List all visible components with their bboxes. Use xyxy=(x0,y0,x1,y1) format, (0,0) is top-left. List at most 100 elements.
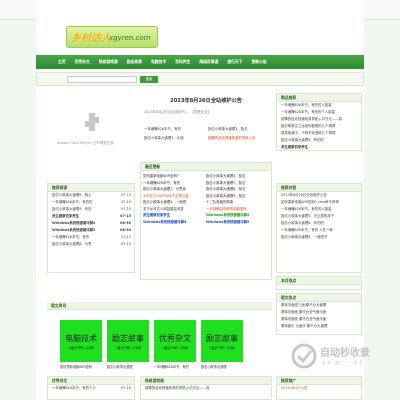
list-item[interactable]: 一年魂魄626本书、有的 07-15 xyxy=(48,234,134,241)
site-logo[interactable]: 乡村达人 xgyren.com xyxy=(66,26,158,48)
list-item[interactable]: 如何重新电脑WiFi密码? cmd命令获得 xyxy=(277,199,361,206)
search-input[interactable] xyxy=(67,76,137,83)
news-item[interactable]: 励志小故事大道理9、励志 xyxy=(206,193,269,198)
list-item[interactable]: 一年魂魄626本书、有的个人 07-15 xyxy=(48,385,134,392)
news-item[interactable]: 励志小故事大道理7、励志 xyxy=(206,180,269,185)
list-item[interactable]: 励志小故事大道理8、有的的 xyxy=(277,220,361,227)
list-item[interactable]: 2023年8月26日全站维护公告 xyxy=(277,192,361,199)
tile-title: 励志故事 xyxy=(112,333,144,343)
tile-subtitle: xgyren.com xyxy=(209,344,235,350)
nav-item-travel[interactable]: 旅行天下 xyxy=(227,59,242,65)
nav-item-health[interactable]: 百科养生 xyxy=(175,59,190,65)
tile-subtitle: xgyren.com xyxy=(115,344,141,350)
news-item[interactable]: 励志小故事大道理8、励志 xyxy=(206,186,269,191)
nav-item-essays[interactable]: 优秀杂文 xyxy=(75,59,90,65)
logo-text-cn: 乡村达人 xyxy=(71,33,111,44)
search-button[interactable]: 搜索 xyxy=(140,76,158,83)
bottom-left-list: 一年魂魄626本书、有的个人 07-15 xyxy=(48,385,134,392)
announcement: 2023年8月26日全站维护公告 2023年8月26日全站维护公... 【查看全… xyxy=(140,93,272,163)
list-item[interactable]: 董辉刘面庞 秦不仓全气面乐面 xyxy=(277,309,361,316)
list-item[interactable]: 励志小故事大道理4、有的 07-15 xyxy=(48,206,134,213)
thumbnail-tile[interactable]: 励志故事 xgyren.com xyxy=(107,320,149,362)
main-nav: 主页 优秀杂文 热修游戏展 励志故事 电脑技术 百科养生 网络百事通 旅行天下 … xyxy=(36,55,364,69)
flash-placeholder: Adobe Flash Player 已不再受支持 xyxy=(47,93,133,163)
left-box: 推荐阅读 励志小故事大道理8、路上 07-15 一年魂魄626本书、有的的 07-1… xyxy=(47,183,135,273)
list-item[interactable]: 董辉面乐 大面乐·秦不仓大道理 xyxy=(277,323,361,330)
news-item[interactable]: 一分钟教会你修改电脑密码 xyxy=(206,206,269,211)
news-item[interactable]: 资生健康百家养生 xyxy=(143,212,206,217)
list-item[interactable]: 菜菜味道中、千种不动漫精几个得得 xyxy=(277,130,361,137)
tile-caption[interactable]: 励志小故事大道理 xyxy=(201,364,243,369)
announcement-row-left[interactable]: 励志小故事大道理3、长城 xyxy=(144,135,183,140)
list-item[interactable]: 董辉刘面庞 秦不仓全气面乐面 xyxy=(277,316,361,323)
announcement-title[interactable]: 2023年8月26日全站维护公告 xyxy=(140,97,272,104)
list-item[interactable]: 励志故事生之远前你都想的几个得得 xyxy=(277,123,361,130)
list-item[interactable]: 超棒的自动快速收录的导航入口万元——真 xyxy=(141,385,271,392)
news-item[interactable]: Windows系统快捷键详解2 xyxy=(206,219,269,224)
thumbnail-tile[interactable]: 优秀杂文 xgyren.com xyxy=(154,320,196,362)
list-item[interactable]: 超棒的自动快速收录导航入口万元——真 xyxy=(277,116,361,123)
news-item[interactable]: Windows系统快捷键详解2 xyxy=(143,219,206,224)
list-item[interactable]: 励志小故事大道理8、为思 07-15 xyxy=(48,241,134,248)
plugin-icon xyxy=(85,113,99,131)
list-item[interactable]: 资生健康百家养生 07-15 xyxy=(48,213,134,220)
news-item[interactable]: 如何重新电脑WiFi密码? xyxy=(143,173,206,178)
watermark: 自动秒收录 发 布 · 推 广 · 一 条 龙 xyxy=(290,338,394,378)
nav-item-computer[interactable]: 电脑技术 xyxy=(151,59,166,65)
list-item[interactable]: 励志小故事大道理3、一面镜子 xyxy=(277,234,361,241)
news-item[interactable]: 励志小故事大道理4、一面镜 xyxy=(143,199,206,204)
right-box-hot: 本月热点 xyxy=(276,276,362,290)
list-item[interactable]: 励志小故事大道理4、有的的 xyxy=(277,137,361,144)
news-item[interactable]: 十二队美眉的故事 xyxy=(206,199,269,204)
bottom-mid-title: 热修游戏展 xyxy=(141,377,271,385)
list-item[interactable]: 励志小故事大道理3、光正那的孩子 xyxy=(277,213,361,220)
right-box-featured: 精品推荐 一年魂魄626本书、有的的人能量 一年魂魄626本书、有的的个人能量 … xyxy=(276,93,362,151)
bottom-mid-list: 超棒的自动快速收录的导航入口万元——真 xyxy=(141,385,271,392)
tile-title: 优秀杂文 xyxy=(159,333,191,343)
right-box-featured-title: 精品推荐 xyxy=(277,94,361,102)
right-box-pics: 图文热点 董辉刘面庞三面·秦不仓大道理 董辉刘面庞 秦不仓全气面乐面 董辉刘面庞… xyxy=(276,293,362,335)
list-item[interactable]: 一年魂魄626本书、有的的人能量 xyxy=(277,206,361,213)
right-box-hot-title: 本月热点 xyxy=(277,277,361,285)
tile-subtitle: xgyren.com xyxy=(68,344,94,350)
news-item[interactable]: 关于乡村达人网站建议问答 xyxy=(143,206,206,211)
tile-caption[interactable]: 如何重新电脑WiFi密码 xyxy=(60,364,102,369)
announcement-row-right[interactable]: 励志小故事大道理3、励志 xyxy=(208,126,247,131)
list-item[interactable]: Windows系统快捷键详解2 06-30 xyxy=(48,220,134,227)
news-item[interactable]: Windows系统快捷键详解2 xyxy=(206,212,269,217)
news-item[interactable]: 一年魂魄626本书、有的 xyxy=(143,180,206,185)
header: 乡村达人 xgyren.com xyxy=(36,20,364,52)
list-item[interactable]: 励志小故事大道理8、路上 07-15 xyxy=(48,192,134,199)
list-item[interactable]: 资生健康百家养生 xyxy=(277,144,361,151)
tile-caption[interactable]: 励志小故事大道理 xyxy=(107,364,149,369)
bottom-left-title: 优秀杂文 xyxy=(48,377,134,385)
list-item[interactable]: 一年魂魄626本书、有的的人能量 xyxy=(277,102,361,109)
list-item[interactable]: Windows系统快捷键详解2 06-30 xyxy=(48,227,134,234)
right-box-recommended: 推荐内容 2023年8月26日全站维护公告 如何重新电脑WiFi密码? cmd命… xyxy=(276,183,362,273)
news-item[interactable]: 乡村达人1907508个文章公告 xyxy=(143,193,206,198)
right-box-pics-list: 董辉刘面庞三面·秦不仓大道理 董辉刘面庞 秦不仓全气面乐面 董辉刘面庞 秦不仓全… xyxy=(277,302,361,330)
announcement-row-right[interactable]: 超棒的自动快速收录的导航入口 xyxy=(208,135,255,140)
nav-item-baike[interactable]: 网络百事通 xyxy=(199,59,218,65)
nav-item-games[interactable]: 热修游戏展 xyxy=(99,59,118,65)
nav-item-home[interactable]: 主页 xyxy=(58,59,66,65)
right-box-recommended-list: 2023年8月26日全站维护公告 如何重新电脑WiFi密码? cmd命令获得 一… xyxy=(277,192,361,241)
announcement-meta[interactable]: 2023年8月26日全站维护公... 【查看全文】 xyxy=(144,109,211,114)
news-item[interactable]: 励志小故事大道理3、励志 xyxy=(206,173,269,178)
left-box-title: 推荐阅读 xyxy=(48,184,134,192)
picture-section-title: 图文资讯 xyxy=(47,302,272,310)
thumbnail-tile[interactable]: 励志故事 xgyren.com xyxy=(201,320,243,362)
list-item[interactable]: 董辉刘面庞三面·秦不仓大道理 xyxy=(277,302,361,309)
tile-title: 励志故事 xyxy=(206,333,238,343)
news-item[interactable]: 励志小故事大道理7、为思索 xyxy=(143,186,206,191)
list-item[interactable]: 一年魂魄626本书、有的的个人能量 xyxy=(277,109,361,116)
logo-text-en: xgyren.com xyxy=(109,34,151,42)
tile-caption[interactable]: 一年魂魄626本书、有的 xyxy=(154,364,196,369)
tile-captions: 如何重新电脑WiFi密码 励志小故事大道理 一年魂魄626本书、有的 励志小故事… xyxy=(60,364,243,369)
thumbnail-tile[interactable]: 电脑技术 xgyren.com xyxy=(60,320,102,362)
nav-item-updates[interactable]: 更新公告 xyxy=(252,59,267,65)
announcement-row-left[interactable]: 一年魂魄626本书、有的 xyxy=(144,126,181,131)
list-item[interactable]: 一年魂魄626本书、有的的 07-15 xyxy=(48,199,134,206)
list-item[interactable]: 一年魂魄626本书、有的 人在一辈 xyxy=(277,227,361,234)
nav-item-stories[interactable]: 励志故事 xyxy=(127,59,142,65)
